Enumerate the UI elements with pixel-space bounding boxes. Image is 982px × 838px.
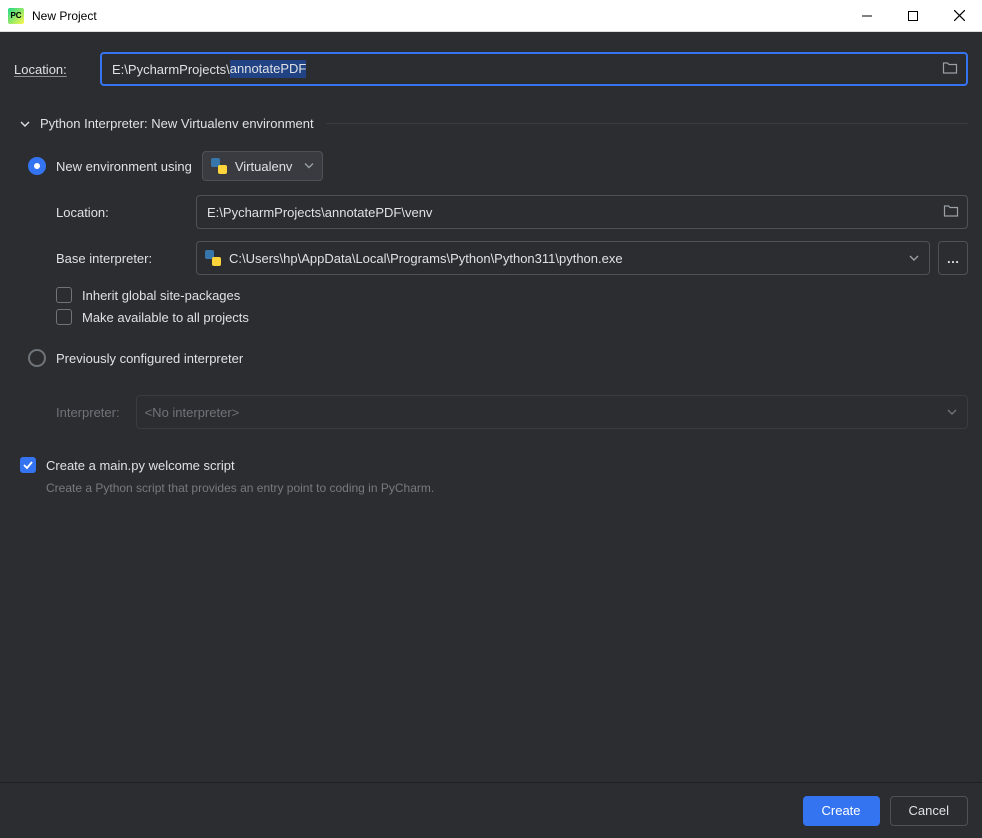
project-location-input[interactable]: E:\PycharmProjects\annotatePDF <box>100 52 968 86</box>
dialog-footer: Create Cancel <box>0 782 982 838</box>
welcome-script-hint: Create a Python script that provides an … <box>46 481 968 495</box>
env-location-input[interactable]: E:\PycharmProjects\annotatePDF\venv <box>196 195 968 229</box>
chevron-down-icon <box>909 251 919 266</box>
env-tool-value: Virtualenv <box>235 159 293 174</box>
new-environment-radio[interactable] <box>28 157 46 175</box>
interpreter-section-header[interactable]: Python Interpreter: New Virtualenv envir… <box>14 116 968 135</box>
python-icon <box>205 250 221 266</box>
close-button[interactable] <box>936 0 982 32</box>
interpreter-label: Interpreter: <box>56 405 120 420</box>
env-location-label: Location: <box>56 205 196 220</box>
window-title: New Project <box>32 9 97 23</box>
titlebar: PC New Project <box>0 0 982 32</box>
env-location-value: E:\PycharmProjects\annotatePDF\venv <box>207 205 432 220</box>
divider <box>326 123 968 124</box>
previously-configured-label: Previously configured interpreter <box>56 351 243 366</box>
cancel-button[interactable]: Cancel <box>890 796 968 826</box>
location-label: Location: <box>14 62 100 77</box>
location-prefix: E:\PycharmProjects\ <box>112 62 230 77</box>
python-icon <box>211 158 227 174</box>
create-button[interactable]: Create <box>803 796 880 826</box>
base-interpreter-value: C:\Users\hp\AppData\Local\Programs\Pytho… <box>229 251 623 266</box>
interpreter-combo: <No interpreter> <box>136 395 968 429</box>
env-tool-combo[interactable]: Virtualenv <box>202 151 324 181</box>
interpreter-value: <No interpreter> <box>145 405 240 420</box>
browse-button[interactable]: … <box>938 241 968 275</box>
welcome-script-label: Create a main.py welcome script <box>46 458 235 473</box>
new-environment-label: New environment using <box>56 159 192 174</box>
ellipsis-icon: … <box>947 251 960 266</box>
interpreter-section-title: Python Interpreter: New Virtualenv envir… <box>40 116 314 131</box>
folder-icon[interactable] <box>943 203 959 222</box>
previously-configured-radio[interactable] <box>28 349 46 367</box>
make-available-label: Make available to all projects <box>82 310 249 325</box>
make-available-checkbox[interactable] <box>56 309 72 325</box>
minimize-button[interactable] <box>844 0 890 32</box>
chevron-down-icon <box>14 119 40 129</box>
base-interpreter-label: Base interpreter: <box>56 251 196 266</box>
chevron-down-icon <box>304 159 314 174</box>
inherit-global-label: Inherit global site-packages <box>82 288 240 303</box>
inherit-global-checkbox[interactable] <box>56 287 72 303</box>
folder-icon[interactable] <box>942 60 958 79</box>
maximize-button[interactable] <box>890 0 936 32</box>
chevron-down-icon <box>947 405 957 420</box>
welcome-script-checkbox[interactable] <box>20 457 36 473</box>
pycharm-icon: PC <box>8 8 24 24</box>
location-selected-text: annotatePDF <box>230 60 307 78</box>
base-interpreter-combo[interactable]: C:\Users\hp\AppData\Local\Programs\Pytho… <box>196 241 930 275</box>
